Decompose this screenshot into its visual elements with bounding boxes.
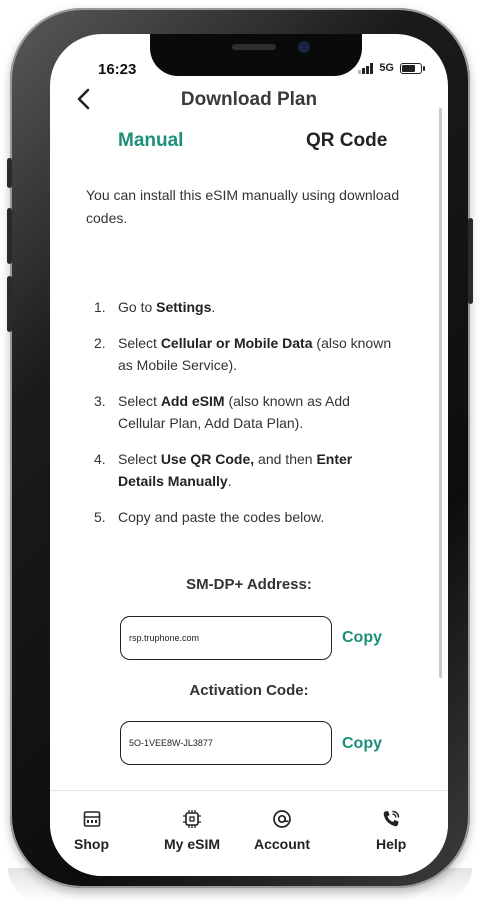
- network-type: 5G: [379, 62, 394, 74]
- volume-down-button: [7, 276, 12, 332]
- at-sign-icon: [273, 810, 291, 828]
- tabbar-item-my-esim[interactable]: My eSIM: [164, 809, 220, 852]
- bottom-tab-bar: Shop My eSIM Account Help: [50, 790, 448, 876]
- tabbar-label: Shop: [74, 836, 109, 852]
- activation-code-field[interactable]: 5O-1VEE8W-JL3877: [120, 721, 332, 765]
- status-indicators: 5G: [358, 62, 425, 74]
- step-3: 3. Select Add eSIM (also known as Add Ce…: [94, 390, 394, 434]
- smdp-address-field[interactable]: rsp.truphone.com: [120, 616, 332, 660]
- step-text: Select Cellular or Mobile Data (also kno…: [118, 335, 392, 373]
- step-number: 2.: [94, 335, 106, 351]
- step-number: 5.: [94, 509, 106, 525]
- volume-up-button: [7, 208, 12, 264]
- step-number: 4.: [94, 451, 106, 467]
- step-text: Select Use QR Code, and then Enter Detai…: [118, 451, 353, 489]
- tab-manual[interactable]: Manual: [118, 130, 183, 152]
- mute-switch: [7, 158, 12, 188]
- step-4: 4. Select Use QR Code, and then Enter De…: [94, 448, 394, 492]
- activation-code-label: Activation Code:: [189, 682, 309, 699]
- tabbar-item-account[interactable]: Account: [254, 809, 310, 852]
- step-number: 3.: [94, 393, 106, 409]
- step-text: Select Add eSIM (also known as Add Cellu…: [118, 393, 350, 431]
- signal-icon: [358, 62, 374, 74]
- instruction-steps: 1. Go to Settings. 2. Select Cellular or…: [94, 296, 394, 542]
- earpiece-speaker: [232, 44, 276, 50]
- notch: [150, 34, 362, 76]
- step-2: 2. Select Cellular or Mobile Data (also …: [94, 332, 394, 376]
- store-icon: [83, 811, 100, 827]
- step-text: Go to Settings.: [118, 299, 216, 315]
- step-1: 1. Go to Settings.: [94, 296, 394, 318]
- step-text: Copy and paste the codes below.: [118, 509, 325, 525]
- activation-code-value: 5O-1VEE8W-JL3877: [129, 738, 213, 748]
- step-number: 1.: [94, 299, 106, 315]
- tabbar-item-shop[interactable]: Shop: [74, 809, 109, 852]
- scrollbar[interactable]: [439, 108, 442, 678]
- intro-text: You can install this eSIM manually using…: [86, 187, 400, 226]
- tabbar-label: Account: [254, 836, 310, 852]
- copy-activation-button[interactable]: Copy: [342, 735, 382, 753]
- tabbar-label: My eSIM: [164, 836, 221, 852]
- power-button: [468, 218, 473, 304]
- tabbar-label: Help: [376, 836, 407, 852]
- front-camera: [298, 41, 310, 53]
- sim-chip-icon: [183, 810, 201, 828]
- copy-smdp-button[interactable]: Copy: [342, 629, 382, 647]
- phone-screen: 16:23 5G Download Plan Manual QR Code Yo…: [50, 34, 448, 876]
- smdp-address-label: SM-DP+ Address:: [186, 576, 312, 593]
- phone-call-icon: [383, 810, 400, 827]
- phone-frame: 16:23 5G Download Plan Manual QR Code Yo…: [7, 8, 473, 888]
- tab-qr-code[interactable]: QR Code: [306, 130, 387, 152]
- battery-icon: [400, 62, 425, 74]
- smdp-address-value: rsp.truphone.com: [129, 633, 200, 643]
- status-time: 16:23: [98, 61, 137, 78]
- step-5: 5. Copy and paste the codes below.: [94, 506, 394, 528]
- tabbar-item-help[interactable]: Help: [376, 809, 406, 852]
- page-title: Download Plan: [180, 89, 318, 110]
